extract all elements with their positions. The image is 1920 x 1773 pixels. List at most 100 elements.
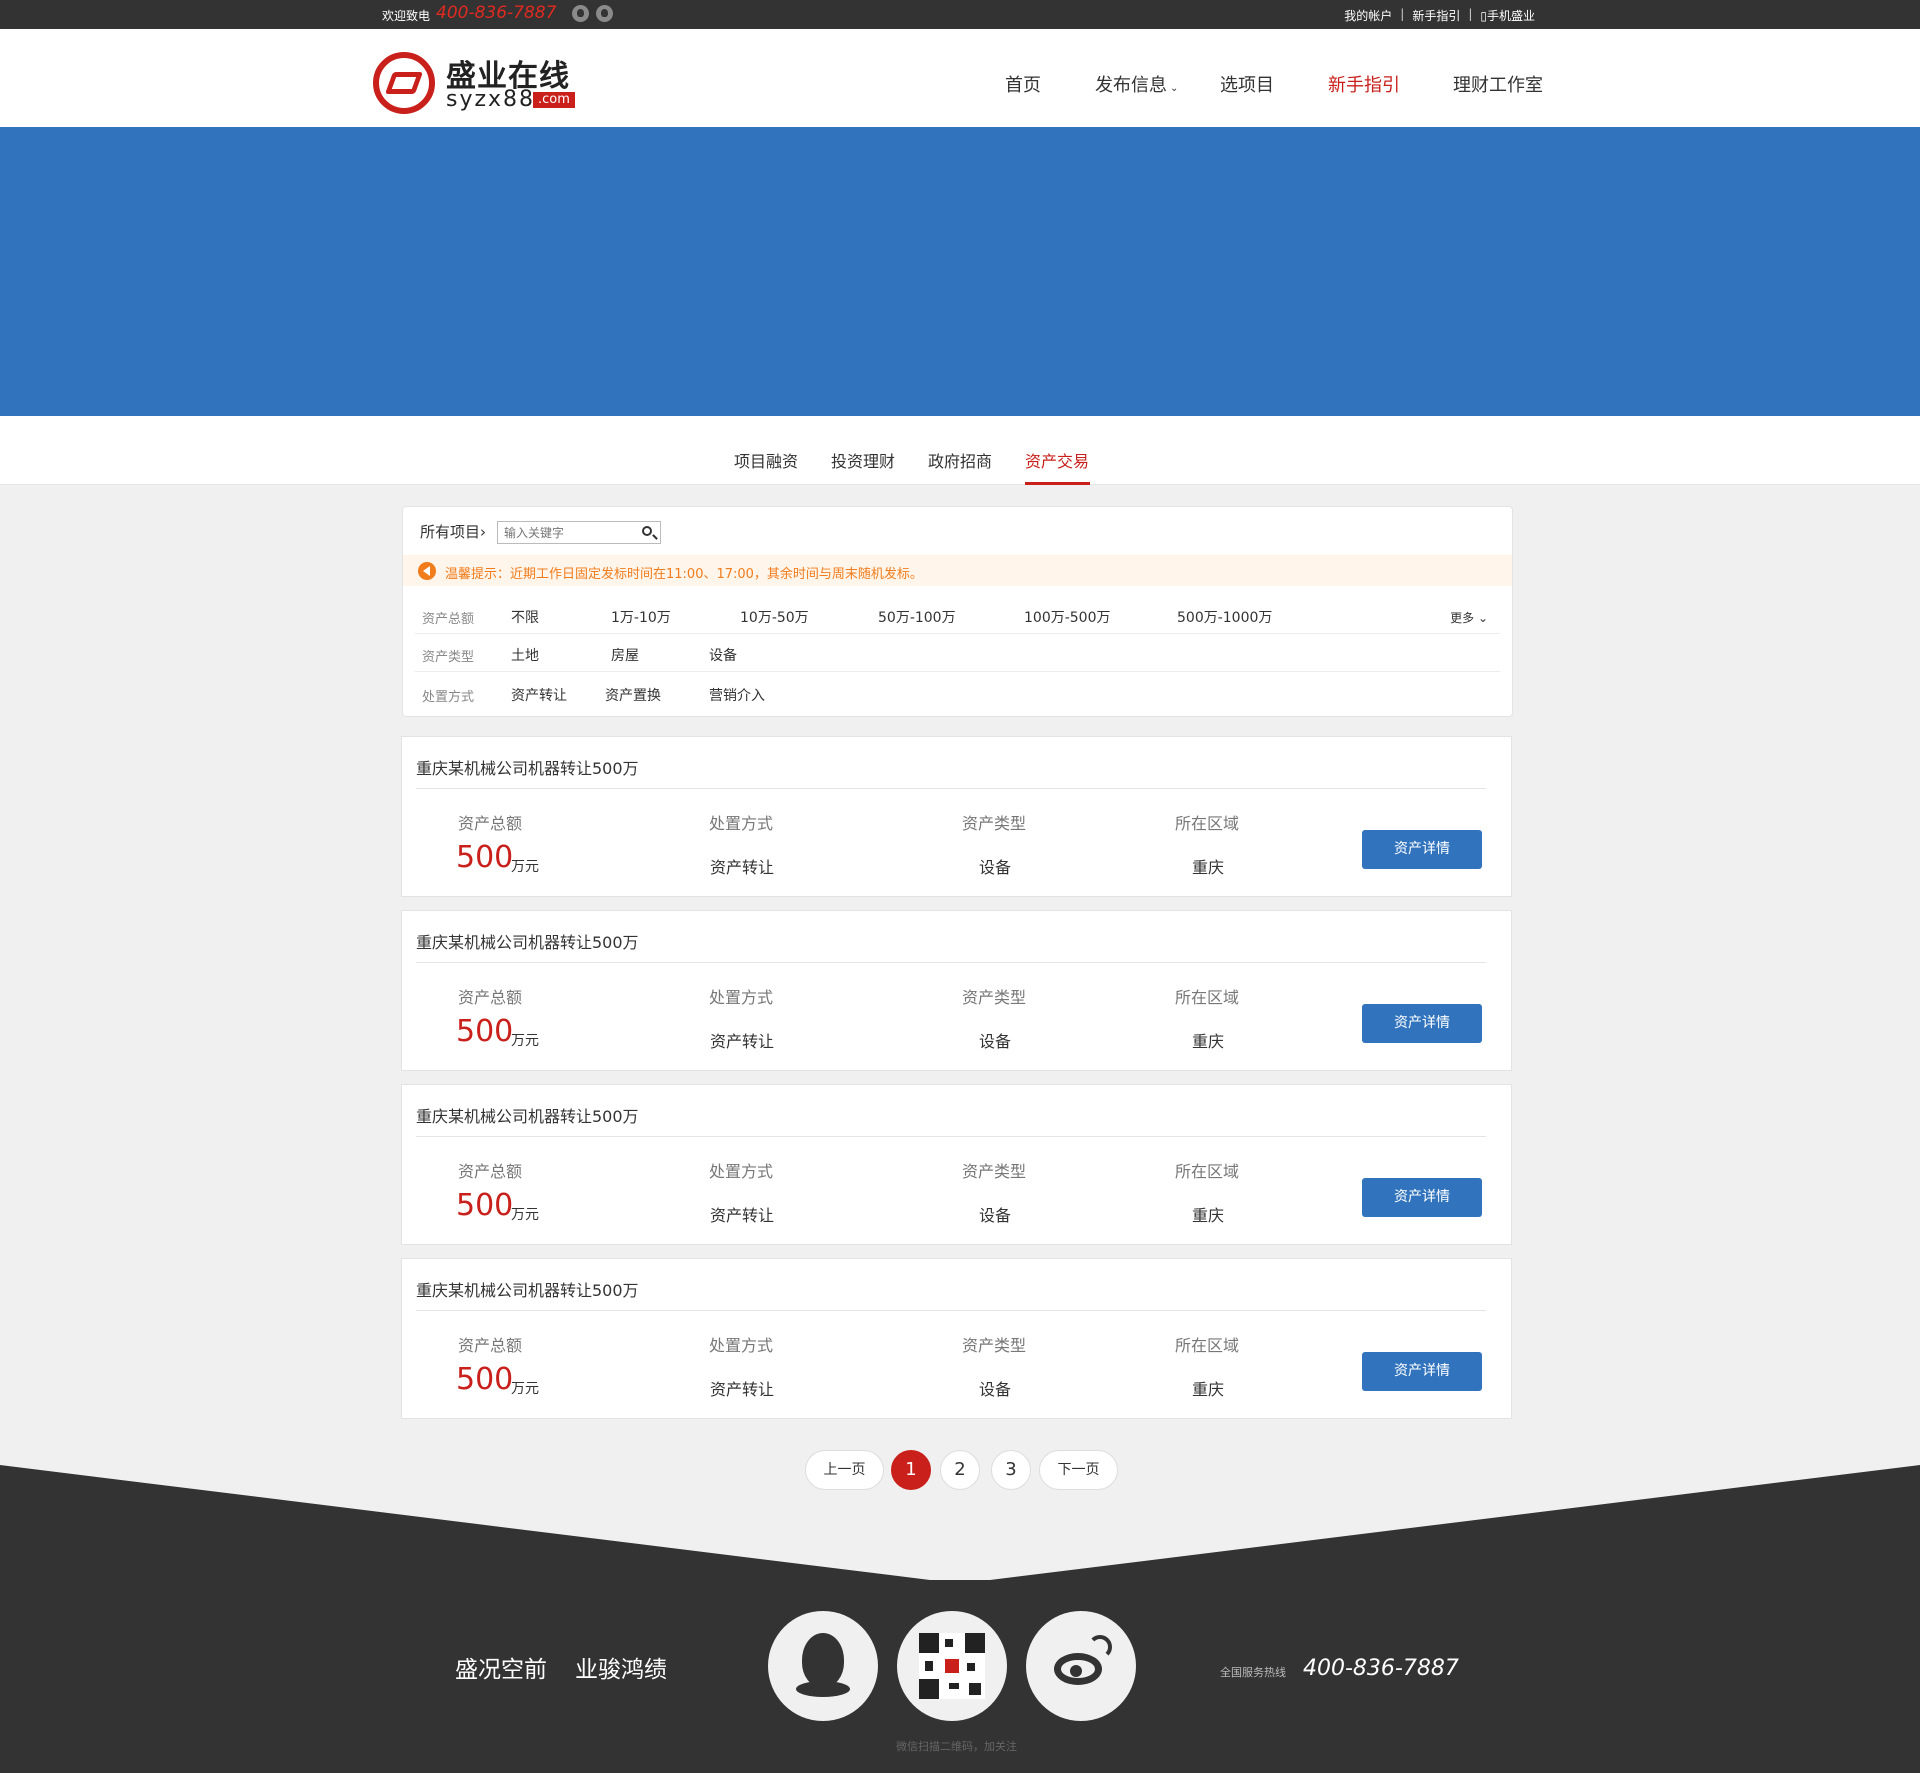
chevron-down-icon: ⌄ xyxy=(1170,83,1179,94)
nav-publish[interactable]: 发布信息 ⌄ xyxy=(1095,71,1178,97)
filter-label: 处置方式 xyxy=(422,690,475,705)
method-value: 资产转让 xyxy=(710,1206,775,1225)
method-label: 处置方式 xyxy=(709,1336,774,1355)
type-value: 设备 xyxy=(979,1206,1012,1225)
region-label: 所在区域 xyxy=(1175,1336,1240,1355)
active-tab-indicator xyxy=(1025,482,1090,485)
filter-row-method: 处置方式 资产转让 资产置换 营销介入 xyxy=(415,674,1500,712)
logo-domain: syzx88 xyxy=(446,87,536,112)
amount-value: 500 xyxy=(456,1014,514,1049)
region-value: 重庆 xyxy=(1192,1380,1225,1399)
guide-link[interactable]: 新手指引 xyxy=(1412,7,1460,24)
asset-details-button[interactable]: 资产详情 xyxy=(1362,830,1482,869)
project-card: 重庆某机械公司机器转让500万 资产总额 500 万元 处置方式 资产转让 资产… xyxy=(401,1258,1512,1419)
filter-option[interactable]: 100万-500万 xyxy=(1024,607,1111,627)
all-projects-label[interactable]: 所有项目› xyxy=(420,521,486,542)
topbar-links: 我的帐户 | 新手指引 | ▯手机盛业 xyxy=(1344,7,1535,24)
type-label: 资产类型 xyxy=(962,814,1027,833)
filter-option[interactable]: 1万-10万 xyxy=(611,607,671,627)
search-input[interactable] xyxy=(498,522,628,544)
amount-label: 资产总额 xyxy=(458,1162,523,1181)
type-label: 资产类型 xyxy=(962,1162,1027,1181)
nav-home[interactable]: 首页 xyxy=(1005,71,1041,97)
amount-label: 资产总额 xyxy=(458,988,523,1007)
logo-icon[interactable] xyxy=(373,52,435,114)
speaker-icon xyxy=(418,562,436,580)
divider xyxy=(416,788,1486,789)
method-value: 资产转让 xyxy=(710,858,775,877)
divider xyxy=(416,962,1486,963)
top-bar: 欢迎致电 400-836-7887 我的帐户 | 新手指引 | ▯手机盛业 xyxy=(0,0,1920,29)
type-value: 设备 xyxy=(979,1380,1012,1399)
filter-label: 资产总额 xyxy=(422,612,475,627)
filter-option[interactable]: 不限 xyxy=(511,607,539,627)
project-title[interactable]: 重庆某机械公司机器转让500万 xyxy=(416,929,639,953)
filter-option[interactable]: 50万-100万 xyxy=(878,607,956,627)
nav-guide[interactable]: 新手指引 xyxy=(1328,71,1400,97)
project-title[interactable]: 重庆某机械公司机器转让500万 xyxy=(416,755,639,779)
qr-code xyxy=(897,1611,1007,1721)
region-value: 重庆 xyxy=(1192,1206,1225,1225)
filter-option[interactable]: 土地 xyxy=(511,645,539,665)
filter-row-amount: 资产总额 不限 1万-10万 10万-50万 50万-100万 100万-500… xyxy=(415,596,1500,634)
asset-details-button[interactable]: 资产详情 xyxy=(1362,1004,1482,1043)
type-value: 设备 xyxy=(979,858,1012,877)
qq-icon[interactable] xyxy=(768,1611,878,1721)
divider xyxy=(416,1310,1486,1311)
amount-label: 资产总额 xyxy=(458,1336,523,1355)
weibo-icon[interactable] xyxy=(1026,1611,1136,1721)
region-label: 所在区域 xyxy=(1175,814,1240,833)
prev-page-button[interactable]: 上一页 xyxy=(805,1450,884,1490)
tab-project-financing[interactable]: 项目融资 xyxy=(734,448,798,472)
filter-option[interactable]: 10万-50万 xyxy=(740,607,809,627)
filter-option[interactable]: 设备 xyxy=(709,645,737,665)
mobile-link[interactable]: ▯手机盛业 xyxy=(1480,7,1535,24)
project-card: 重庆某机械公司机器转让500万 资产总额 500 万元 处置方式 资产转让 资产… xyxy=(401,736,1512,897)
project-title[interactable]: 重庆某机械公司机器转让500万 xyxy=(416,1277,639,1301)
nav-projects[interactable]: 选项目 xyxy=(1220,71,1274,97)
asset-details-button[interactable]: 资产详情 xyxy=(1362,1352,1482,1391)
filter-option[interactable]: 房屋 xyxy=(611,645,639,665)
region-value: 重庆 xyxy=(1192,858,1225,877)
filter-option[interactable]: 500万-1000万 xyxy=(1177,607,1272,627)
amount-value: 500 xyxy=(456,1362,514,1397)
page-2-button[interactable]: 2 xyxy=(940,1450,980,1490)
qq-icon[interactable] xyxy=(596,5,613,22)
filter-option[interactable]: 资产转让 xyxy=(511,685,567,705)
filter-label: 资产类型 xyxy=(422,650,475,665)
wechat-icon[interactable] xyxy=(572,5,589,22)
tab-government[interactable]: 政府招商 xyxy=(928,448,992,472)
amount-unit: 万元 xyxy=(511,1033,539,1049)
filter-option[interactable]: 资产置换 xyxy=(605,685,661,705)
amount-value: 500 xyxy=(456,840,514,875)
page-1-button[interactable]: 1 xyxy=(891,1450,931,1490)
mobile-icon: ▯ xyxy=(1480,9,1487,23)
qr-caption: 微信扫描二维码，加关注 xyxy=(896,1740,1017,1753)
type-label: 资产类型 xyxy=(962,1336,1027,1355)
region-label: 所在区域 xyxy=(1175,1162,1240,1181)
my-account-link[interactable]: 我的帐户 xyxy=(1344,7,1392,24)
filter-option[interactable]: 营销介入 xyxy=(709,685,765,705)
project-card: 重庆某机械公司机器转让500万 资产总额 500 万元 处置方式 资产转让 资产… xyxy=(401,910,1512,1071)
notice-text: 温馨提示：近期工作日固定发标时间在11:00、17:00，其余时间与周末随机发标… xyxy=(445,567,923,582)
category-tabs: 项目融资 投资理财 政府招商 资产交易 xyxy=(0,416,1920,485)
chevron-right-icon: › xyxy=(480,523,487,541)
project-title[interactable]: 重庆某机械公司机器转让500万 xyxy=(416,1103,639,1127)
logo-com: .com xyxy=(533,92,575,108)
notice-bar: 温馨提示：近期工作日固定发标时间在11:00、17:00，其余时间与周末随机发标… xyxy=(403,555,1512,586)
type-value: 设备 xyxy=(979,1032,1012,1051)
page-3-button[interactable]: 3 xyxy=(991,1450,1031,1490)
method-label: 处置方式 xyxy=(709,1162,774,1181)
hero-banner xyxy=(0,127,1920,416)
region-value: 重庆 xyxy=(1192,1032,1225,1051)
nav-studio[interactable]: 理财工作室 xyxy=(1453,71,1543,97)
asset-details-button[interactable]: 资产详情 xyxy=(1362,1178,1482,1217)
footer-slogan-1: 盛况空前 xyxy=(455,1657,547,1683)
more-filters[interactable]: 更多 ⌄ xyxy=(1450,609,1488,626)
next-page-button[interactable]: 下一页 xyxy=(1039,1450,1118,1490)
project-card: 重庆某机械公司机器转让500万 资产总额 500 万元 处置方式 资产转让 资产… xyxy=(401,1084,1512,1245)
amount-unit: 万元 xyxy=(511,1381,539,1397)
search-icon[interactable] xyxy=(642,526,652,536)
tab-asset-trading[interactable]: 资产交易 xyxy=(1025,448,1089,472)
tab-investment[interactable]: 投资理财 xyxy=(831,448,895,472)
